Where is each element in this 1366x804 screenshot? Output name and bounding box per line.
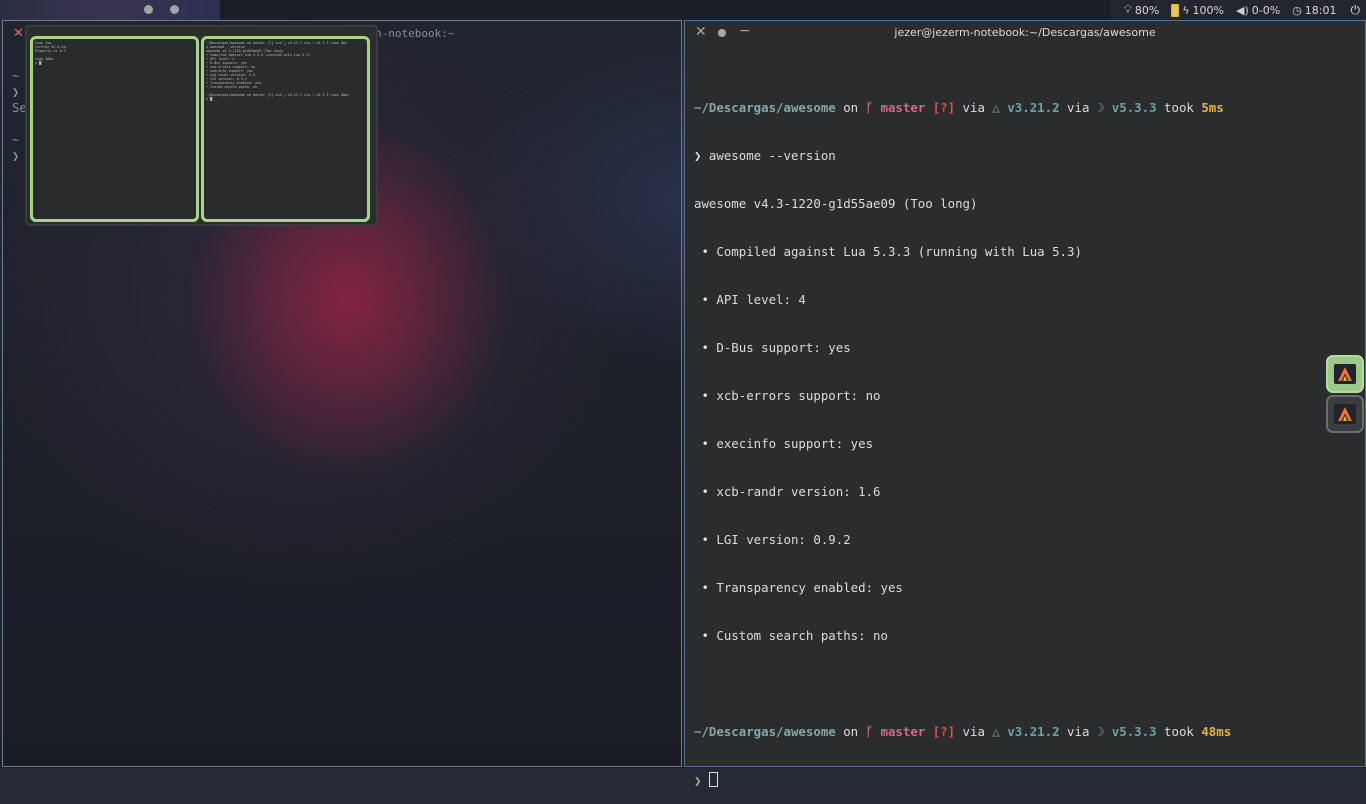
output-line: • D-Bus support: yes [694, 340, 851, 355]
terminal-line: ~ [12, 133, 20, 147]
tag-button-1[interactable] [0, 0, 22, 20]
terminal-line: ❯ [12, 85, 20, 99]
window-thumbnail[interactable]: ~/Descargas/awesome on master [?] via △ … [201, 36, 370, 222]
status-area: 💡︎ 80% ϟ 100% ◀) 0-0% ◷ 18:01 ⏻ [1110, 0, 1366, 20]
battery-icon [1171, 3, 1180, 17]
window-titlebar[interactable]: ✕ − jezer@jezerm-notebook:~/Descargas/aw… [685, 21, 1365, 45]
dock-app-alacritty[interactable] [1326, 395, 1364, 433]
output-line: • Transparency enabled: yes [694, 580, 903, 595]
window-title: jezer@jezerm-notebook:~/Descargas/awesom… [894, 26, 1156, 39]
output-line: • Custom search paths: no [694, 628, 888, 643]
tag-button-4[interactable] [84, 0, 106, 20]
brightness-value: 80% [1134, 3, 1160, 17]
output-line: awesome v4.3-1220-g1d55ae09 (Too long) [694, 196, 978, 211]
window-thumbnail[interactable]: took 7ms firefox 81.0 ba Property is 0.2… [30, 36, 199, 222]
git-branch-icon: ᚴ [865, 100, 874, 115]
volume-value: 0-0% [1251, 3, 1281, 17]
tag-button-3[interactable] [56, 0, 78, 20]
terminal-line: ❯ [12, 149, 20, 163]
lightbulb-icon: 💡︎ [1124, 3, 1132, 16]
top-bar: 💡︎ 80% ϟ 100% ◀) 0-0% ◷ 18:01 ⏻ [0, 0, 1366, 20]
git-branch-icon: ᚴ [865, 724, 874, 739]
text-cursor [708, 772, 718, 787]
cmake-icon: △ [992, 724, 1000, 739]
cmake-icon: △ [992, 100, 1000, 115]
shell-prompt-line: ~/Descargas/awesome on ᚴ master [?] via … [694, 100, 1224, 115]
terminal-line: ~ [12, 69, 20, 83]
speaker-icon: ◀) [1236, 3, 1249, 17]
prompt-symbol: ❯ [694, 773, 709, 788]
thumbnail-text-line: ❯ █ [206, 97, 213, 101]
thumbnail-text-line: ❯ █ [35, 61, 42, 65]
dock-app-alacritty-active[interactable] [1326, 355, 1364, 393]
volume-widget[interactable]: ◀) 0-0% [1232, 4, 1284, 17]
input-line[interactable]: ❯ [694, 772, 1231, 788]
output-line: • LGI version: 0.9.2 [694, 532, 851, 547]
output-line: • execinfo support: yes [694, 436, 874, 451]
tag-button-2[interactable] [28, 0, 50, 20]
close-icon[interactable]: ✕ [13, 26, 24, 41]
power-icon[interactable]: ⏻ [1351, 3, 1361, 18]
window-switcher-popup: took 7ms firefox 81.0 ba Property is 0.2… [25, 25, 378, 226]
command-line: ❯ awesome --version [694, 148, 836, 163]
tag-button-5[interactable] [112, 0, 134, 20]
output-line: • API level: 4 [694, 292, 806, 307]
shell-prompt-line: ~/Descargas/awesome on ᚴ master [?] via … [694, 724, 1232, 739]
alacritty-icon [1334, 404, 1356, 424]
battery-value: 100% [1192, 3, 1224, 17]
tag-list [0, 0, 220, 20]
terminal-content[interactable]: ~/Descargas/awesome on ᚴ master [?] via … [694, 68, 1231, 804]
brightness-widget[interactable]: 💡︎ 80% [1120, 3, 1163, 17]
clock-widget[interactable]: ◷ 18:01 [1288, 4, 1340, 17]
tag-occupied-indicator[interactable] [144, 5, 153, 14]
output-line: • Compiled against Lua 5.3.3 (running wi… [694, 244, 1082, 259]
tag-occupied-indicator[interactable] [170, 5, 179, 14]
alacritty-icon [1334, 364, 1356, 384]
output-line: • xcb-randr version: 1.6 [694, 484, 881, 499]
battery-widget[interactable]: ϟ 100% [1167, 3, 1228, 17]
charging-bolt-icon: ϟ [1182, 3, 1190, 17]
clock-value: 18:01 [1304, 3, 1337, 17]
window-title: n-notebook:~ [375, 27, 455, 40]
clock-icon: ◷ [1292, 3, 1302, 17]
thumbnail-text-line: ~/Descargas/awesome on master [?] via △ … [206, 93, 349, 97]
output-line: • xcb-errors support: no [694, 388, 881, 403]
